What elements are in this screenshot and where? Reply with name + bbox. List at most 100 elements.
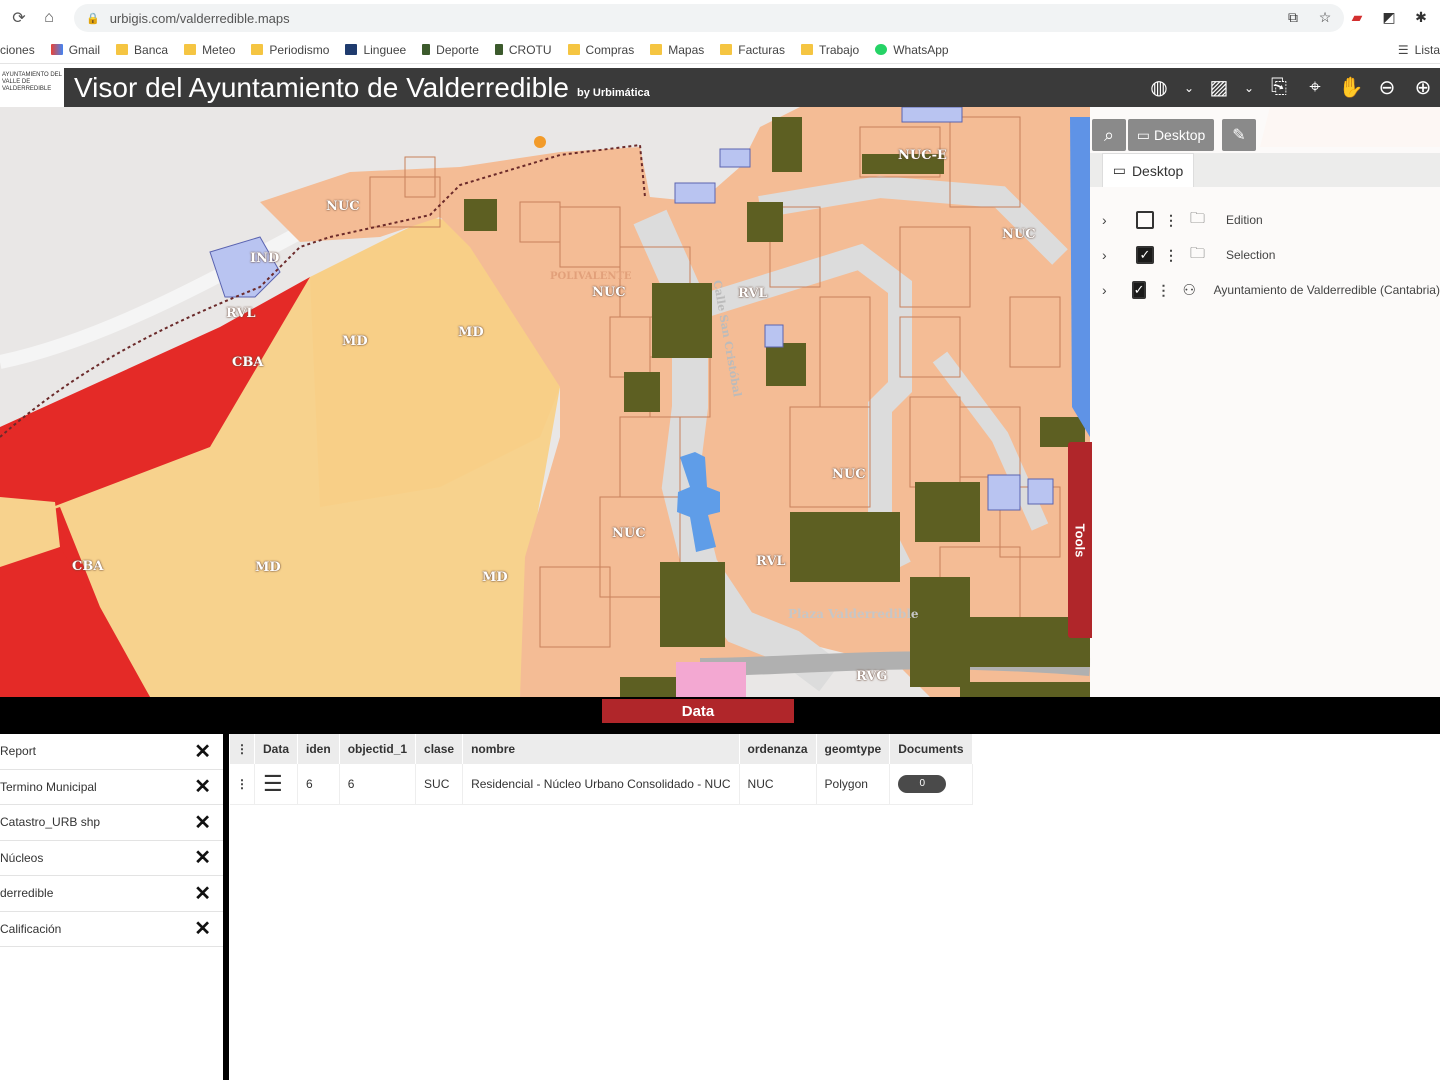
list-item[interactable]: Termino Municipal ✕ [0, 770, 223, 805]
bookmark-item[interactable]: Compras [567, 43, 634, 57]
column-header[interactable]: Documents [889, 734, 973, 764]
column-header[interactable]: iden [297, 734, 340, 764]
row-menu-icon[interactable]: ⋮ [230, 764, 255, 805]
bookmark-item[interactable]: Meteo [184, 43, 235, 57]
close-icon[interactable]: ✕ [194, 774, 211, 799]
extension-icon[interactable]: ◩ [1380, 8, 1398, 26]
translate-icon[interactable]: ⧉ [1284, 8, 1302, 26]
more-vertical-icon[interactable]: ⋮ [1164, 247, 1178, 264]
folder-icon [116, 44, 129, 55]
column-header[interactable]: clase [415, 734, 464, 764]
chevron-right-icon[interactable]: › [1102, 282, 1118, 298]
search-doc-icon[interactable]: ⎘ [1266, 76, 1292, 99]
map-label: NUC [326, 199, 360, 214]
map-label: MD [255, 560, 281, 575]
layer-row-selection[interactable]: › ✓ ⋮ 🗀 Selection [1090, 240, 1440, 270]
list-item[interactable]: Calificación ✕ [0, 912, 223, 947]
search-icon[interactable]: ⌕ [1092, 119, 1126, 151]
panel-divider[interactable] [223, 734, 229, 1080]
pdf-icon[interactable]: ▰ [1348, 8, 1366, 26]
linguee-icon [345, 44, 358, 55]
pink-zone [676, 662, 746, 697]
list-item[interactable]: Catastro_URB shp ✕ [0, 805, 223, 841]
layer-checkbox[interactable]: ✓ [1136, 246, 1154, 264]
monitor-icon: ▭ [1112, 162, 1126, 178]
bookmark-item[interactable]: Periodismo [251, 43, 329, 57]
layer-row-edition[interactable]: › ⋮ 🗀 Edition [1090, 205, 1440, 235]
layer-row-ayuntamiento[interactable]: › ✓ ⋮ ⚇ Ayuntamiento de Valderredible (C… [1090, 275, 1440, 305]
layer-label: Edition [1226, 213, 1263, 227]
map-label: CBA [72, 559, 104, 574]
map-label: RVL [738, 286, 768, 301]
river [1070, 117, 1090, 437]
bookmark-item[interactable]: Gmail [50, 43, 100, 57]
bookmark-item[interactable]: WhatsApp [875, 43, 949, 57]
app-header: AYUNTAMIENTO DEL VALLE DE VALDERREDIBLE … [0, 68, 1440, 107]
bookmark-item[interactable]: Deporte [422, 43, 479, 57]
list-item[interactable]: derredible ✕ [0, 876, 223, 912]
gmail-icon [50, 44, 63, 55]
bookmark-item[interactable]: Trabajo [800, 43, 859, 57]
layer-panel-toolbar: ⌕ ▭ Desktop ✎ [1090, 117, 1440, 153]
list-icon[interactable]: ☰ [254, 764, 299, 805]
folder-icon [251, 44, 264, 55]
map-label: RVL [226, 306, 256, 321]
more-vertical-icon[interactable]: ⋮ [1164, 212, 1178, 229]
close-icon[interactable]: ✕ [194, 881, 211, 906]
column-header[interactable]: geomtype [816, 734, 891, 764]
pin-icon[interactable]: ⌖ [1302, 76, 1328, 99]
chevron-right-icon[interactable]: › [1102, 247, 1122, 263]
list-item[interactable]: Report ✕ [0, 734, 223, 770]
star-icon[interactable]: ☆ [1316, 8, 1334, 26]
layer-label: Ayuntamiento de Valderredible (Cantabria… [1213, 283, 1440, 297]
layer-checkbox[interactable]: ✓ [1131, 281, 1147, 299]
cell-geomtype: Polygon [816, 764, 891, 805]
bookmark-item[interactable]: Mapas [650, 43, 704, 57]
desktop-button[interactable]: ▭ Desktop [1128, 119, 1214, 151]
map-label: NUC-E [898, 148, 947, 163]
hand-icon[interactable]: ✋ [1338, 75, 1364, 100]
bookmark-item[interactable]: Facturas [720, 43, 785, 57]
url-field[interactable]: 🔒 urbigis.com/valderredible.maps [74, 4, 1344, 32]
map-label: CBA [232, 355, 264, 370]
zoom-in-icon[interactable]: ⊕ [1410, 75, 1436, 100]
query-list: Report ✕ Termino Municipal ✕ Catastro_URB … [0, 734, 223, 1080]
tab-desktop[interactable]: ▭ Desktop [1102, 153, 1194, 187]
cell-nombre: Residencial - Núcleo Urbano Consolidado … [462, 764, 740, 805]
column-header[interactable]: Data [254, 734, 299, 764]
list-item[interactable]: Núcleos ✕ [0, 841, 223, 876]
layer-checkbox[interactable] [1136, 211, 1154, 229]
column-header[interactable]: nombre [462, 734, 740, 764]
pencil-off-icon[interactable]: ✎ [1222, 119, 1256, 151]
map-label: POLIVALENTE [550, 271, 632, 282]
column-header[interactable]: ordenanza [739, 734, 817, 764]
chevron-down-icon[interactable]: ⌄ [1182, 81, 1196, 95]
image-icon[interactable]: ▨ [1206, 75, 1232, 100]
tools-tab[interactable]: Tools [1068, 442, 1092, 638]
bookmark-item[interactable]: ciones [0, 43, 35, 57]
globe-icon[interactable]: ◍ [1146, 75, 1172, 100]
more-vertical-icon[interactable]: ⋮ [1156, 282, 1170, 299]
reading-list[interactable]: ☰ Lista [1389, 36, 1440, 63]
close-icon[interactable]: ✕ [194, 810, 211, 835]
puzzle-icon[interactable]: ✱ [1412, 8, 1430, 26]
close-icon[interactable]: ✕ [194, 845, 211, 870]
close-icon[interactable]: ✕ [194, 739, 211, 764]
cell-documents: 0 [889, 764, 973, 805]
reload-icon[interactable]: ⟳ [8, 7, 30, 29]
close-icon[interactable]: ✕ [194, 916, 211, 941]
map-label: MD [342, 334, 368, 349]
home-icon[interactable]: ⌂ [38, 7, 60, 29]
browser-address-bar: ⟳ ⌂ 🔒 urbigis.com/valderredible.maps ⧉ ☆… [0, 0, 1440, 36]
column-header[interactable]: objectid_1 [339, 734, 417, 764]
bookmark-item[interactable]: Linguee [345, 43, 406, 57]
bookmark-item[interactable]: Banca [116, 43, 168, 57]
zoom-out-icon[interactable]: ⊖ [1374, 75, 1400, 100]
bookmark-item[interactable]: CROTU [494, 43, 552, 57]
documents-badge[interactable]: 0 [898, 774, 947, 793]
data-tab[interactable]: Data [602, 699, 794, 723]
table-menu-icon[interactable]: ⋮ [230, 734, 255, 764]
chevron-down-icon[interactable]: ⌄ [1242, 81, 1256, 95]
table-row[interactable]: ⋮ ☰ 6 6 SUC Residencial - Núcleo Urbano … [230, 764, 973, 805]
chevron-right-icon[interactable]: › [1102, 212, 1122, 228]
